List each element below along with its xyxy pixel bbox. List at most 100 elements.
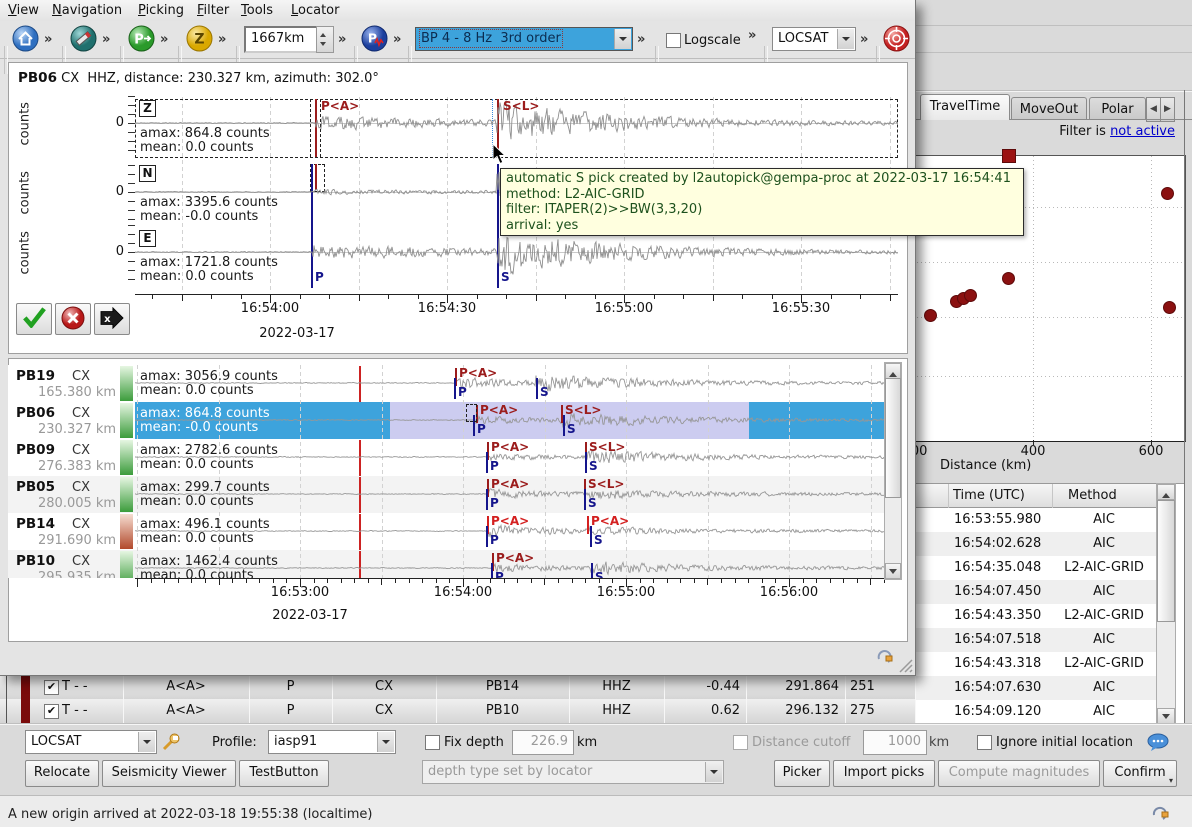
pick-line[interactable] xyxy=(584,489,586,510)
tab-traveltime[interactable]: TravelTime xyxy=(920,94,1010,120)
arrival-row[interactable]: ✔T - -A<A>PCXPB10HHZ0.62296.132275 xyxy=(0,699,915,724)
menu-tools[interactable]: Tools xyxy=(241,3,273,18)
pick-table[interactable]: Time (UTC)Method16:53:55.980AIC16:54:02.… xyxy=(908,483,1185,724)
test-button[interactable]: TestButton xyxy=(239,760,329,787)
scroll-down-icon[interactable] xyxy=(1157,708,1175,724)
pick-table-row[interactable]: 16:53:55.980AIC xyxy=(908,508,1156,533)
locator-select[interactable]: LOCSAT xyxy=(25,730,157,754)
pick-table-row[interactable]: 16:54:43.350L2-AIC-GRID xyxy=(908,604,1156,629)
pick-line[interactable] xyxy=(486,526,488,547)
filter-select[interactable]: BP 4 - 8 Hz 3rd order xyxy=(415,27,633,51)
y-tick xyxy=(128,270,135,271)
picker-button[interactable]: Picker xyxy=(774,760,830,787)
axis-tick xyxy=(164,579,165,583)
depth-type-select[interactable]: depth type set by locator xyxy=(422,760,724,784)
relocate-button[interactable]: Relocate xyxy=(25,760,99,787)
pick-line[interactable] xyxy=(587,516,589,534)
pick-line[interactable] xyxy=(491,563,493,578)
fix-depth-checkbox[interactable] xyxy=(425,735,440,750)
pick-table-row[interactable]: 16:54:35.048L2-AIC-GRID xyxy=(908,556,1156,581)
pick-label: S<L> xyxy=(589,440,625,454)
arrival-used-checkbox[interactable]: ✔ xyxy=(44,704,59,719)
relocate-target-icon[interactable] xyxy=(883,25,910,52)
apply-next-button[interactable]: x xyxy=(94,303,130,335)
pick-table-row[interactable]: 16:54:02.628AIC xyxy=(908,532,1156,557)
compute-magnitudes-button[interactable]: Compute magnitudes xyxy=(938,760,1100,787)
toolbar-overflow-icon[interactable]: » xyxy=(748,28,756,43)
station-network: CX xyxy=(72,554,90,569)
menu-navigation[interactable]: Navigation xyxy=(52,3,122,18)
ignore-initial-location-checkbox[interactable] xyxy=(977,735,992,750)
arrival-row[interactable]: ✔T - -A<A>PCXPB14HHZ-0.44291.864251 xyxy=(0,675,915,700)
logscale-checkbox[interactable] xyxy=(666,33,681,48)
menu-view[interactable]: View xyxy=(8,3,39,18)
pick-line[interactable] xyxy=(486,452,488,473)
distance-cutoff-checkbox[interactable] xyxy=(733,735,748,750)
pick-line[interactable] xyxy=(563,415,565,436)
pick-line[interactable] xyxy=(585,452,587,473)
spin-up-icon[interactable] xyxy=(320,30,326,37)
cutoff-input[interactable]: 1000 xyxy=(863,730,927,755)
traveltime-point xyxy=(1002,272,1015,285)
pick-table-row[interactable]: 16:54:43.318L2-AIC-GRID xyxy=(908,652,1156,677)
depth-input[interactable]: 226.9 xyxy=(512,730,574,755)
list-tick-label: 16:56:00 xyxy=(760,585,818,600)
filter-status-link[interactable]: not active xyxy=(1110,124,1175,139)
confirm-button[interactable]: Confirm ▾ xyxy=(1103,760,1177,787)
toolbar-overflow-icon[interactable]: » xyxy=(338,32,346,47)
import-picks-button[interactable]: Import picks xyxy=(833,760,935,787)
menu-picking[interactable]: Picking xyxy=(138,3,184,18)
menu-filter[interactable]: Filter xyxy=(197,3,229,18)
pick-table-row[interactable]: 16:54:09.120AIC xyxy=(908,700,1156,725)
toolbar-overflow-icon[interactable]: » xyxy=(637,32,645,47)
pick-line[interactable] xyxy=(454,378,456,399)
reject-pick-button[interactable] xyxy=(55,303,91,335)
toolbar-overflow-icon[interactable]: » xyxy=(218,32,226,47)
pick-line[interactable] xyxy=(590,526,592,547)
toolbar-overflow-icon[interactable]: » xyxy=(393,32,401,47)
connection-status-icon[interactable] xyxy=(1150,803,1172,821)
pick-table-row[interactable]: 16:54:07.518AIC xyxy=(908,628,1156,653)
pick-line[interactable] xyxy=(591,563,593,578)
scroll-up-icon[interactable] xyxy=(1157,484,1175,500)
spin-down-icon[interactable] xyxy=(320,42,326,49)
pick-p-icon[interactable]: P xyxy=(128,25,155,52)
tab-moveout[interactable]: MoveOut xyxy=(1011,97,1087,120)
comment-bubble-icon[interactable] xyxy=(1146,733,1172,753)
menu-locator[interactable]: Locator xyxy=(291,3,339,18)
toolbar-overflow-icon[interactable]: » xyxy=(44,32,52,47)
pick-table-row[interactable]: 16:54:07.630AIC xyxy=(908,676,1156,701)
component-label[interactable]: Z xyxy=(139,100,156,117)
pick-table-row[interactable]: 16:54:07.450AIC xyxy=(908,580,1156,605)
counts-unit-label: counts xyxy=(18,229,33,275)
tab-polar[interactable]: Polar xyxy=(1089,97,1146,120)
arrival-used-checkbox[interactable]: ✔ xyxy=(44,680,59,695)
accept-pick-button[interactable] xyxy=(16,303,52,335)
stream-connection-icon[interactable] xyxy=(874,646,896,666)
component-label[interactable]: E xyxy=(139,230,156,247)
component-label[interactable]: N xyxy=(139,165,156,182)
ruler-icon[interactable] xyxy=(70,25,97,52)
pick-line[interactable] xyxy=(486,489,488,510)
z-component-icon[interactable]: Z xyxy=(186,25,213,52)
resize-grip[interactable] xyxy=(898,658,913,673)
toolbar-overflow-icon[interactable]: » xyxy=(860,32,868,47)
seismicity-viewer-button[interactable]: Seismicity Viewer xyxy=(102,760,236,787)
scrollbar-thumb[interactable] xyxy=(885,378,901,498)
scroll-down-icon[interactable] xyxy=(885,563,901,579)
station-list-scrollbar[interactable] xyxy=(884,362,902,580)
toolbar-overflow-icon[interactable]: » xyxy=(160,32,168,47)
spin-buttons[interactable] xyxy=(316,26,334,53)
profile-select[interactable]: iasp91 xyxy=(268,730,396,754)
pick-table-scrollbar[interactable] xyxy=(1156,483,1176,725)
toolbar-locator-select[interactable]: LOCSAT xyxy=(772,27,856,51)
toolbar-overflow-icon[interactable]: » xyxy=(102,32,110,47)
pick-line[interactable] xyxy=(536,378,538,399)
scroll-up-icon[interactable] xyxy=(885,363,901,379)
home-icon[interactable] xyxy=(12,25,39,52)
distance-spinbox[interactable]: 1667km xyxy=(244,26,324,53)
wrench-icon[interactable] xyxy=(160,731,182,753)
scrollbar-thumb[interactable] xyxy=(1157,500,1175,622)
cell-onset: P xyxy=(249,703,332,718)
waveform-p-icon[interactable]: P xyxy=(361,25,388,52)
